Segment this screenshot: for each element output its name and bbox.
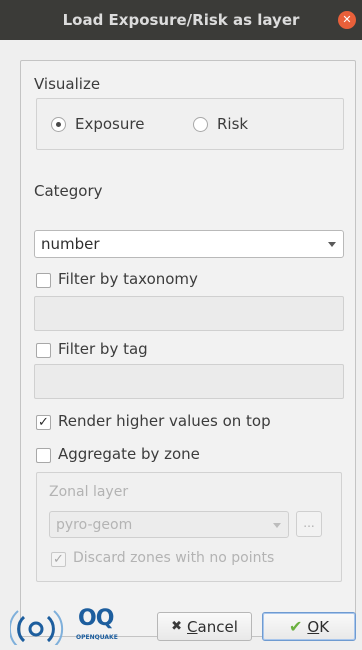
risk-radio-label[interactable]: Risk xyxy=(217,115,248,133)
browse-button[interactable]: ... xyxy=(296,511,322,537)
filter-taxonomy-label[interactable]: Filter by taxonomy xyxy=(58,270,198,288)
zonal-group: Zonal layer pyro-geom ... ✓ Discard zone… xyxy=(36,472,342,582)
chevron-down-icon xyxy=(328,242,336,247)
category-label: Category xyxy=(34,182,103,200)
cancel-button[interactable]: ✖ Cancel xyxy=(157,612,252,641)
exposure-radio-label[interactable]: Exposure xyxy=(75,115,144,133)
logo-text: OQ xyxy=(78,606,114,631)
cancel-mnemonic: C xyxy=(187,617,198,636)
logo-waves-icon xyxy=(8,610,64,648)
ok-button[interactable]: ✔ OK xyxy=(262,612,356,641)
visualize-label: Visualize xyxy=(34,75,101,93)
filter-tag-checkbox[interactable] xyxy=(36,343,51,358)
category-select[interactable]: number xyxy=(34,230,344,258)
aggregate-zone-checkbox[interactable] xyxy=(36,448,51,463)
x-icon: ✖ xyxy=(171,619,183,634)
ok-rest: K xyxy=(319,617,330,636)
close-icon[interactable]: ✕ xyxy=(338,11,356,29)
taxonomy-filter-field[interactable] xyxy=(34,296,344,331)
dialog-content: Visualize Exposure Risk Category number … xyxy=(0,40,362,650)
render-higher-checkbox[interactable]: ✓ xyxy=(36,415,51,430)
visualize-group: Exposure Risk xyxy=(36,98,344,150)
ok-button-label: OK xyxy=(307,618,329,636)
category-select-value: number xyxy=(41,235,100,253)
cancel-rest: ancel xyxy=(197,617,238,636)
chevron-down-icon xyxy=(273,522,281,528)
discard-zones-checkbox[interactable]: ✓ xyxy=(51,552,66,567)
aggregate-zone-label[interactable]: Aggregate by zone xyxy=(58,445,200,463)
zonal-layer-label: Zonal layer xyxy=(49,484,129,500)
openquake-logo: OQ OPENQUAKE xyxy=(8,603,140,648)
exposure-radio[interactable] xyxy=(51,117,66,132)
risk-radio[interactable] xyxy=(193,117,208,132)
zonal-layer-select[interactable]: pyro-geom xyxy=(49,511,289,538)
checkmark-icon: ✔ xyxy=(288,617,303,636)
filter-taxonomy-checkbox[interactable] xyxy=(36,273,51,288)
zonal-layer-select-value: pyro-geom xyxy=(56,516,133,533)
cancel-button-label: Cancel xyxy=(187,618,238,636)
window-title: Load Exposure/Risk as layer xyxy=(62,11,300,29)
discard-zones-label[interactable]: Discard zones with no points xyxy=(73,550,274,566)
ok-mnemonic: O xyxy=(307,617,320,636)
tag-filter-field[interactable] xyxy=(34,364,344,399)
title-bar: Load Exposure/Risk as layer ✕ xyxy=(0,0,362,40)
logo-subtext: OPENQUAKE xyxy=(76,634,118,641)
filter-tag-label[interactable]: Filter by tag xyxy=(58,340,148,358)
render-higher-label[interactable]: Render higher values on top xyxy=(58,412,271,430)
